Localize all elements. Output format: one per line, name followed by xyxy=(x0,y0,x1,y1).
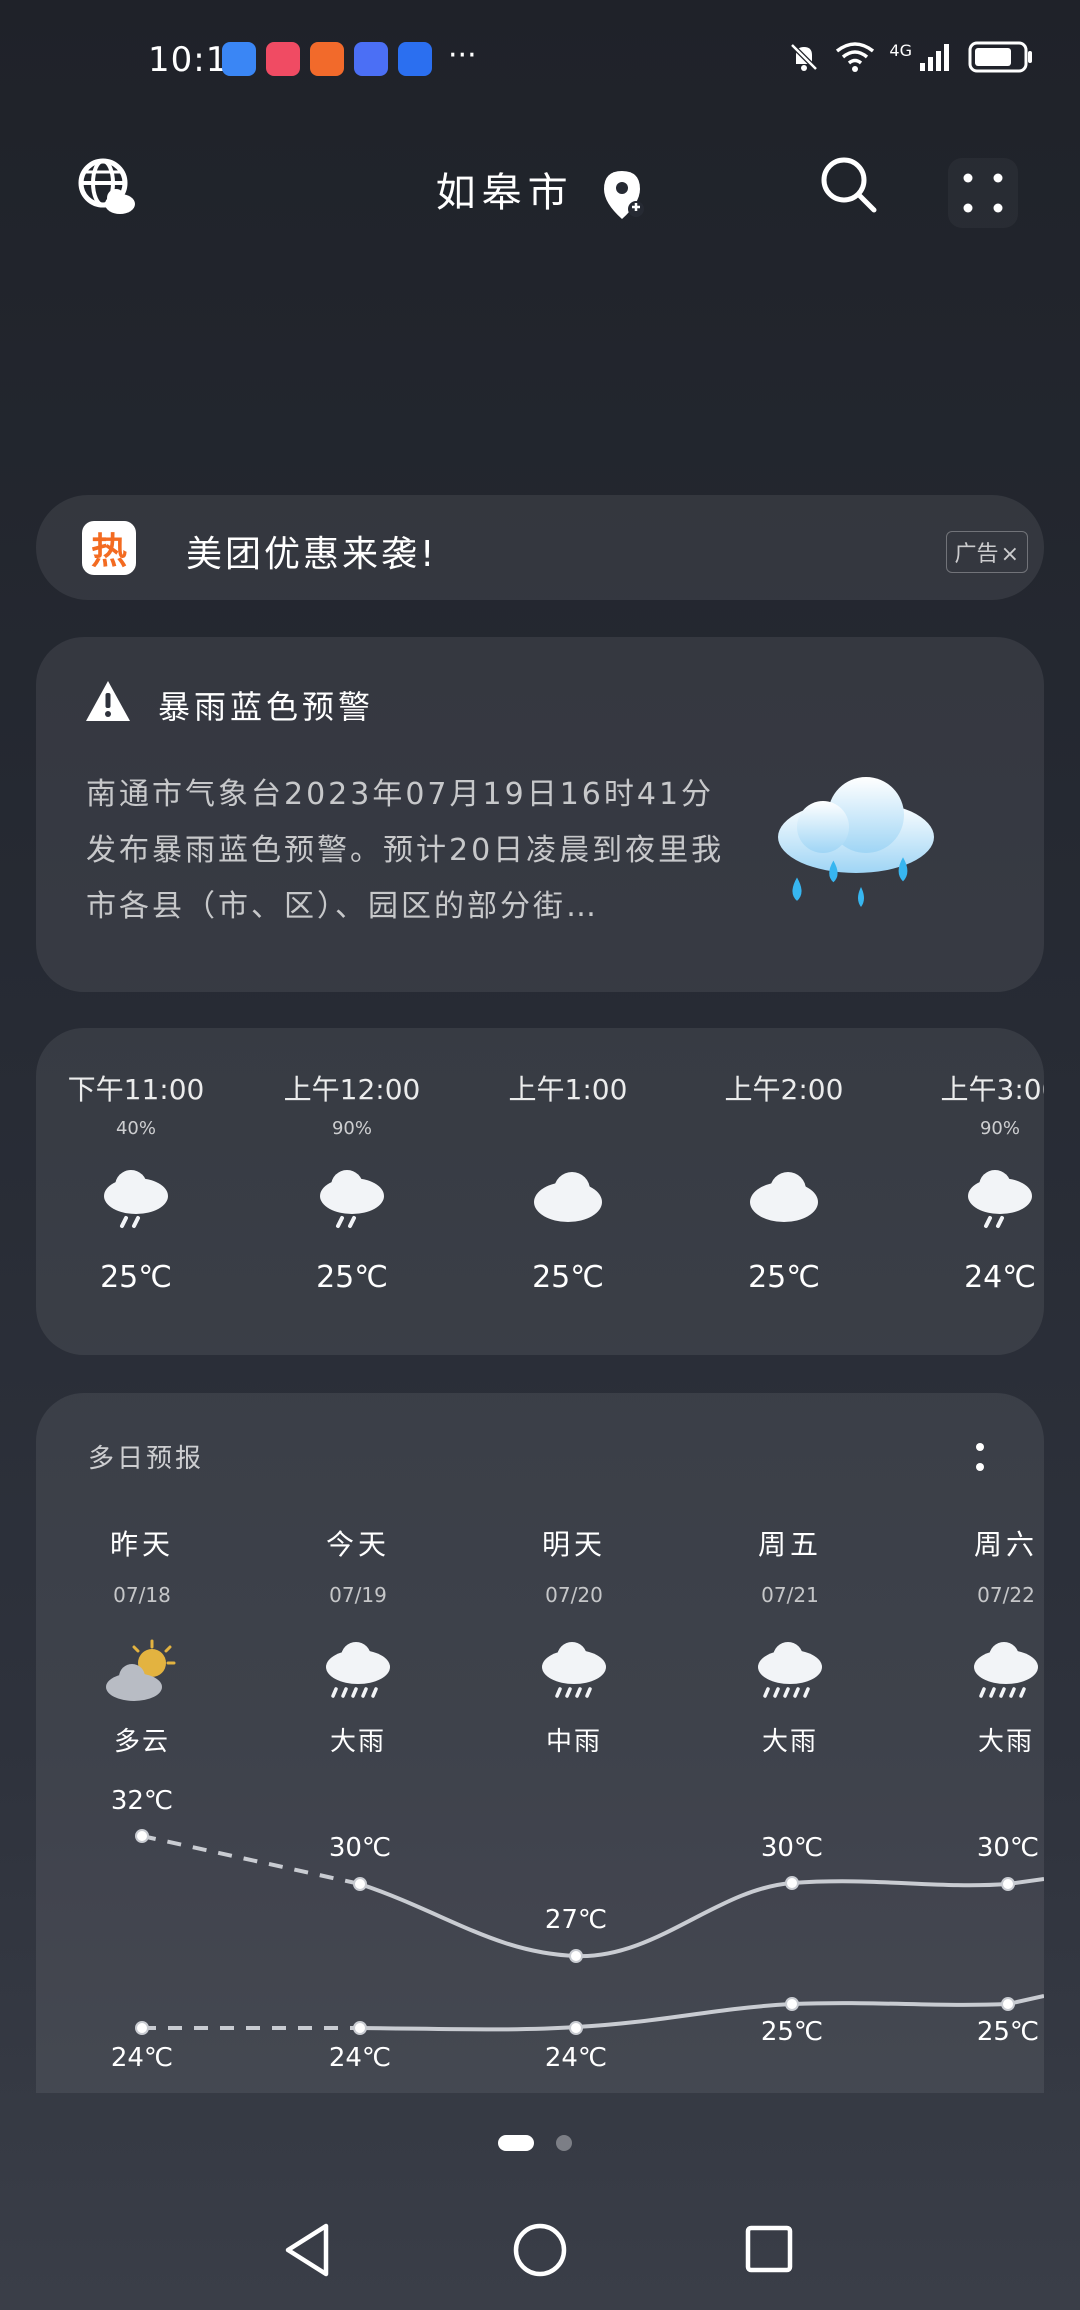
rain-cloud-icon xyxy=(320,1170,384,1228)
close-icon: × xyxy=(1000,542,1019,567)
low-temp-label: 25℃ xyxy=(760,2017,824,2047)
hour-temp: 25℃ xyxy=(748,1260,820,1295)
hour-time: 上午1:00 xyxy=(508,1073,628,1106)
alert-body: 南通市气象台2023年07月19日16时41分发布暴雨蓝色预警。预计20日凌晨到… xyxy=(86,777,725,924)
low-temp-point xyxy=(785,1997,799,2011)
page-indicator xyxy=(498,2135,572,2151)
hourly-item: 上午12:00 90% 25℃ xyxy=(252,1028,452,1295)
battery-icon xyxy=(968,41,1032,73)
cloud-icon xyxy=(750,1172,818,1222)
high-temp-label: 30℃ xyxy=(328,1833,392,1863)
hour-precip xyxy=(684,1118,884,1140)
hourly-forecast-card[interactable]: 下午11:00 40% 25℃ 上午12:00 90% 25℃ 上午1:00 2… xyxy=(36,1028,1044,1355)
app-notification-icon xyxy=(354,42,388,76)
ad-text: 美团优惠来袭! xyxy=(186,534,438,575)
multi-day-forecast-card[interactable]: 多日预报 昨天 07/18 多云 今天 07/19 大雨 明天 07/20 中雨… xyxy=(36,1393,1044,2093)
low-temp-label: 24℃ xyxy=(544,2043,608,2073)
high-temp-point xyxy=(135,1829,149,1843)
weather-alert-card[interactable]: 暴雨蓝色预警 南通市气象台2023年07月19日16时41分发布暴雨蓝色预警。预… xyxy=(36,637,1044,992)
low-temp-label: 24℃ xyxy=(328,2043,392,2073)
high-temp-label: 30℃ xyxy=(760,1833,824,1863)
city-selector[interactable]: 如皋市 xyxy=(0,160,1080,221)
hour-time: 上午2:00 xyxy=(724,1073,844,1106)
low-temp-point xyxy=(135,2021,149,2035)
hour-temp: 24℃ xyxy=(964,1260,1036,1295)
status-right: 4G xyxy=(787,40,1034,74)
hour-temp: 25℃ xyxy=(316,1260,388,1295)
rain-cloud-icon xyxy=(778,777,934,907)
low-temp-line xyxy=(359,1994,1044,2032)
hour-precip: 40% xyxy=(115,1118,156,1139)
low-temp-point xyxy=(569,2021,583,2035)
hourly-item: 上午2:00 25℃ xyxy=(684,1028,884,1295)
network-type-label: 4G xyxy=(889,40,912,60)
hour-time: 下午11:00 xyxy=(67,1073,205,1106)
location-pin-icon xyxy=(604,171,645,219)
low-temp-label: 25℃ xyxy=(976,2017,1040,2047)
page-dot[interactable] xyxy=(556,2135,572,2151)
high-temp-label: 27℃ xyxy=(544,1905,608,1935)
app-notification-icon xyxy=(398,42,432,76)
notification-app-icons xyxy=(222,42,432,76)
alert-title: 暴雨蓝色预警 xyxy=(158,688,375,726)
ad-close-button[interactable]: 广告× xyxy=(945,531,1028,573)
app-notification-icon xyxy=(266,42,300,76)
hour-temp: 25℃ xyxy=(100,1260,172,1295)
system-nav-bar xyxy=(0,2210,1080,2290)
hourly-item: 上午3:00 90% 24℃ xyxy=(900,1028,1044,1295)
ad-badge-label: 广告 xyxy=(954,542,999,567)
city-name: 如皋市 xyxy=(435,170,574,216)
hour-precip xyxy=(468,1118,668,1140)
low-temp-label: 24℃ xyxy=(110,2043,174,2073)
high-temp-point xyxy=(569,1949,583,1963)
ad-app-icon: 热 xyxy=(82,521,136,575)
hour-time: 上午12:00 xyxy=(283,1073,421,1106)
hour-precip: 90% xyxy=(979,1118,1020,1139)
app-notification-icon xyxy=(222,42,256,76)
recents-icon[interactable] xyxy=(744,2224,794,2274)
mute-bell-icon xyxy=(790,43,819,71)
warning-icon xyxy=(86,681,130,721)
ad-banner[interactable]: 热 美团优惠来袭! 广告× xyxy=(36,495,1044,600)
rain-cloud-icon xyxy=(968,1170,1032,1228)
back-icon[interactable] xyxy=(282,2222,332,2278)
ad-icon-text: 热 xyxy=(90,531,127,572)
hour-time: 上午3:00 xyxy=(940,1073,1044,1106)
hourly-item: 上午1:00 25℃ xyxy=(468,1028,668,1295)
high-temp-point xyxy=(1001,1877,1015,1891)
low-temp-point xyxy=(1001,1997,1015,2011)
high-temp-line xyxy=(359,1877,1044,1959)
page-dot-active[interactable] xyxy=(498,2135,534,2151)
status-bar: 10:15 ··· 4G xyxy=(0,0,1080,120)
temperature-chart xyxy=(135,1829,1044,2035)
home-icon[interactable] xyxy=(512,2222,568,2278)
hour-precip: 90% xyxy=(331,1118,372,1139)
cloud-icon xyxy=(534,1172,602,1222)
hour-temp: 25℃ xyxy=(532,1260,604,1295)
high-temp-label: 30℃ xyxy=(976,1833,1040,1863)
high-temp-point xyxy=(785,1876,799,1890)
hourly-item: 下午11:00 40% 25℃ xyxy=(36,1028,236,1295)
signal-icon xyxy=(920,44,949,71)
wifi-icon xyxy=(836,42,875,72)
app-notification-icon xyxy=(310,42,344,76)
high-temp-label: 32℃ xyxy=(110,1786,174,1816)
more-notifications-icon: ··· xyxy=(448,38,477,73)
rain-cloud-icon xyxy=(104,1170,168,1228)
high-temp-point xyxy=(353,1877,367,1891)
low-temp-point xyxy=(353,2021,367,2035)
